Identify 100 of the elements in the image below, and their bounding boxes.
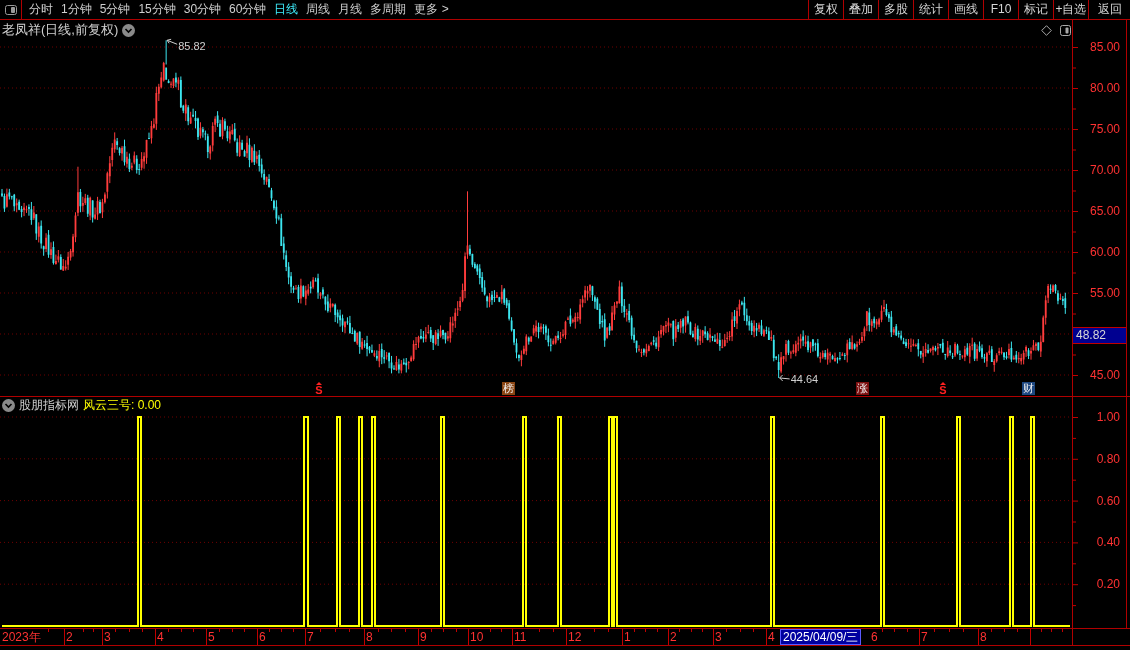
tick-mark — [349, 629, 350, 633]
time-axis-label: 6 — [259, 629, 266, 645]
chevron-down-icon[interactable] — [122, 23, 136, 37]
tick-mark — [1073, 190, 1077, 192]
tick-mark — [181, 629, 182, 633]
tick-mark — [83, 629, 84, 633]
event-tag[interactable]: 榜 — [501, 382, 515, 395]
price-axis-label: 45.00 — [1089, 368, 1120, 382]
tick-mark — [1073, 272, 1077, 274]
tick-mark — [1062, 629, 1063, 633]
tick-mark — [1073, 293, 1079, 294]
tick-mark — [753, 629, 754, 633]
toolbar-button[interactable]: +自选 — [1053, 0, 1088, 19]
tick-mark — [1073, 88, 1079, 89]
up-triangle-icon — [940, 382, 946, 385]
indicator-axis-label: 0.20 — [1096, 577, 1120, 592]
period-tab[interactable]: 更多 > — [410, 0, 453, 19]
month-divider — [713, 629, 714, 645]
time-axis-label: 5 — [208, 629, 215, 645]
price-axis-label: 80.00 — [1089, 81, 1120, 95]
price-axis-label: 85.00 — [1089, 40, 1120, 54]
tick-mark — [48, 629, 49, 633]
tick-mark — [1073, 521, 1077, 523]
period-tab[interactable]: 15分钟 — [134, 0, 180, 19]
tick-mark — [726, 629, 727, 633]
tick-mark — [1073, 375, 1079, 376]
tick-mark — [1073, 458, 1079, 460]
month-divider — [668, 629, 669, 645]
price-axis-label: 60.00 — [1089, 245, 1120, 259]
toolbar-button[interactable]: 统计 — [913, 0, 948, 19]
time-axis-label: 9 — [420, 629, 427, 645]
month-divider — [305, 629, 306, 645]
cursor-date-label: 2025/04/09/三 — [780, 629, 862, 645]
tick-mark — [702, 629, 703, 633]
period-tab[interactable]: 5分钟 — [95, 0, 135, 19]
month-divider — [622, 629, 623, 645]
toolbar-button[interactable]: 多股 — [878, 0, 913, 19]
time-axis-label: 7 — [921, 629, 928, 645]
tick-mark — [539, 629, 540, 633]
tick-mark — [1004, 629, 1005, 633]
time-axis-label: 4 — [768, 629, 775, 645]
panel-toggle-icon — [4, 4, 17, 15]
panel-toggle-icon[interactable] — [1060, 25, 1071, 36]
tick-mark — [115, 629, 116, 633]
time-axis-label: 4 — [157, 629, 164, 645]
time-axis-label: 7 — [307, 629, 314, 645]
tick-mark — [293, 629, 294, 633]
tick-mark — [1073, 605, 1077, 607]
tick-mark — [456, 629, 457, 633]
period-tab[interactable]: 多周期 — [366, 0, 411, 19]
price-axis-label: 55.00 — [1089, 286, 1120, 300]
period-tab[interactable]: 月线 — [334, 0, 367, 19]
chevron-down-icon[interactable] — [2, 399, 15, 412]
tick-mark — [335, 629, 336, 633]
tick-mark — [1051, 629, 1052, 633]
tick-mark — [490, 629, 491, 633]
tick-mark — [1073, 417, 1079, 418]
indicator-axis-label: 0.80 — [1096, 451, 1120, 466]
diamond-icon[interactable] — [1041, 25, 1052, 36]
tick-mark — [894, 629, 895, 633]
period-tab[interactable]: 周线 — [302, 0, 335, 19]
tick-mark — [1073, 313, 1077, 315]
month-divider — [512, 629, 513, 645]
month-divider — [919, 629, 920, 645]
indicator-source: 股朋指标网 — [19, 398, 79, 413]
toolbar-button[interactable]: 叠加 — [843, 0, 878, 19]
tick-mark — [882, 629, 883, 633]
month-divider — [64, 629, 65, 645]
month-divider — [566, 629, 567, 645]
period-tab[interactable]: 1分钟 — [57, 0, 96, 19]
month-divider — [364, 629, 365, 645]
tick-mark — [963, 629, 964, 633]
tick-mark — [1073, 231, 1077, 233]
time-axis-label: 2 — [670, 629, 677, 645]
event-tag[interactable]: 财 — [1021, 382, 1035, 395]
tick-mark — [1041, 629, 1042, 633]
tick-mark — [634, 629, 635, 633]
tick-mark — [740, 629, 741, 633]
tick-mark — [1073, 67, 1077, 69]
month-divider — [206, 629, 207, 645]
tick-mark — [949, 629, 950, 633]
tick-mark — [1017, 629, 1018, 633]
period-tab[interactable]: 分时 — [25, 0, 57, 19]
indicator-reading: 风云三号: 0.00 — [83, 398, 162, 413]
tick-mark — [1073, 149, 1077, 151]
month-divider — [418, 629, 419, 645]
toolbar-button[interactable]: 返回 — [1088, 0, 1130, 19]
tick-mark — [244, 629, 245, 633]
tick-mark — [608, 629, 609, 633]
event-tag[interactable]: 涨 — [855, 382, 869, 395]
toolbar-button[interactable]: 画线 — [948, 0, 983, 19]
toolbar-button[interactable]: 标记 — [1018, 0, 1053, 19]
toolbar-button[interactable]: F10 — [983, 0, 1018, 19]
toolbar-button[interactable]: 复权 — [808, 0, 843, 19]
tick-mark — [281, 629, 282, 633]
period-tab[interactable]: 日线 — [270, 0, 303, 19]
period-tab[interactable]: 60分钟 — [225, 0, 271, 19]
tick-mark — [168, 629, 169, 633]
period-tab[interactable]: 30分钟 — [179, 0, 226, 19]
month-divider — [155, 629, 156, 645]
